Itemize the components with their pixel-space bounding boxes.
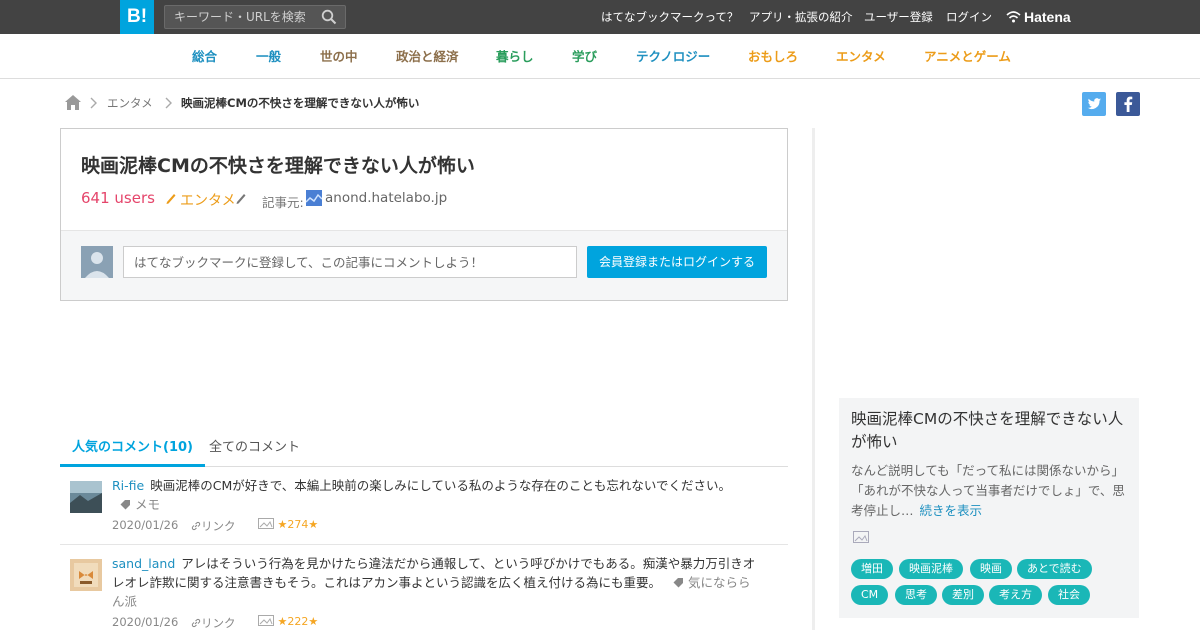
tag-chip[interactable]: あとで読む [1017,559,1092,579]
tab-popular-comments[interactable]: 人気のコメント(10) [60,428,205,467]
twitter-share-icon[interactable] [1082,92,1106,116]
chevron-right-icon [90,97,97,109]
category-knowledge[interactable]: 学び [572,34,597,79]
comment-item: Ri-fie 映画泥棒のCMが好きで、本編上映前の楽しみにしている私のような存在の… [60,476,788,544]
avatar[interactable] [70,559,102,591]
tag-chip[interactable]: 社会 [1048,585,1090,605]
breadcrumb-current: 映画泥棒CMの不快さを理解できない人が怖い [181,96,420,110]
category-anime-game[interactable]: アニメとゲーム [924,34,1011,79]
search-icon[interactable] [321,9,337,25]
tab-all-comments[interactable]: 全てのコメント [209,428,300,467]
category-politics[interactable]: 政治と経済 [396,34,459,79]
nav-about[interactable]: はてなブックマークって？ [601,0,738,34]
nav-login[interactable]: ログイン [946,0,992,34]
tag-chip[interactable]: 増田 [851,559,893,579]
comment-tag[interactable]: メモ [135,497,160,512]
image-icon [853,531,869,543]
nav-apps[interactable]: アプリ・拡張の紹介 [749,0,853,34]
tag-chip[interactable]: 映画泥棒 [899,559,963,579]
category-life[interactable]: 暮らし [496,34,534,79]
hatena-brand-text: Hatena [1024,9,1071,25]
comment-date[interactable]: 2020/01/26 [112,615,178,629]
tag-chip[interactable]: 考え方 [989,585,1042,605]
star-count[interactable]: ★274★ [258,518,318,531]
star-icon: ★ [277,518,288,531]
column-divider [812,128,815,630]
entry-summary-title[interactable]: 映画泥棒CMの不快さを理解できない人が怖い [851,408,1131,454]
add-star-icon[interactable]: ★ [308,518,318,531]
source-domain[interactable]: anond.hatelabo.jp [325,190,447,206]
comment-input[interactable] [123,246,577,278]
tag-icon [120,500,130,510]
comment-text: アレはそういう行為を見かけたら違法だから通報して、という呼びかけでもある。痴漢や… [112,556,756,590]
tag-chip[interactable]: 映画 [970,559,1012,579]
hatena-wifi-icon [1006,11,1021,23]
comment-text: 映画泥棒のCMが好きで、本編上映前の楽しみにしている私のような存在のことも忘れな… [150,478,731,493]
default-avatar [81,246,113,278]
category-nav: 総合 一般 世の中 政治と経済 暮らし 学び テクノロジー おもしろ エンタメ … [0,34,1200,79]
tag-chip[interactable]: 差別 [942,585,984,605]
bookmark-users-count[interactable]: 641 users [81,189,155,207]
register-login-button[interactable]: 会員登録またはログインする [587,246,767,278]
article-title[interactable]: 映画泥棒CMの不快さを理解できない人が怖い [81,151,475,178]
image-icon [258,518,274,529]
category-fun[interactable]: おもしろ [748,34,798,79]
link-icon [191,618,201,628]
avatar[interactable] [70,481,102,513]
comment-tabs: 人気のコメント(10) 全てのコメント [60,428,788,467]
category-general[interactable]: 一般 [256,34,281,79]
comment-divider [60,544,788,545]
comment-link[interactable]: リンク [191,615,236,630]
source-label: 記事元: [262,195,304,210]
user-silhouette-icon [85,252,109,278]
chevron-right-icon [165,97,172,109]
star-icon: ★ [277,615,288,628]
facebook-share-icon[interactable] [1116,92,1140,116]
comment-item: sand_land アレはそういう行為を見かけたら違法だから通報して、という呼びか… [60,554,788,630]
category-entertainment[interactable]: エンタメ [836,34,886,79]
edit-icon[interactable] [235,191,247,205]
tag-chip[interactable]: CM [851,585,889,605]
breadcrumb-category[interactable]: エンタメ [107,92,153,114]
entry-summary-card: 映画泥棒CMの不快さを理解できない人が怖い なんど説明しても「だって私には関係な… [839,398,1139,618]
article-card: 映画泥棒CMの不快さを理解できない人が怖い 641 users エンタメ 記事元… [60,128,788,301]
comment-link[interactable]: リンク [191,518,236,534]
nav-register[interactable]: ユーザー登録 [864,0,933,34]
category-general-top[interactable]: 総合 [192,34,217,79]
site-favicon-icon [306,190,322,206]
home-icon[interactable] [64,94,82,111]
comment-body: sand_land アレはそういう行為を見かけたら違法だから通報して、という呼びか… [112,554,762,611]
search-box[interactable] [164,5,346,29]
comment-username[interactable]: sand_land [112,556,175,571]
star-count[interactable]: ★222★ [258,615,318,628]
search-input[interactable] [165,6,315,28]
entry-summary-description: なんど説明しても「だって私には関係ないから」「あれが不快な人って当事者だけでしょ… [851,461,1133,521]
article-category[interactable]: エンタメ [180,190,236,210]
entry-summary-text: なんど説明しても「だって私には関係ないから」「あれが不快な人って当事者だけでしょ… [851,463,1125,518]
add-star-icon[interactable]: ★ [308,615,318,628]
tag-icon [673,578,683,588]
show-more-link[interactable]: 続きを表示 [920,503,983,518]
pencil-icon [166,194,176,204]
tag-chip[interactable]: 思考 [895,585,937,605]
comment-date[interactable]: 2020/01/26 [112,518,178,532]
category-technology[interactable]: テクノロジー [636,34,710,79]
hatena-bookmark-logo[interactable]: B! [120,0,154,34]
comment-body: Ri-fie 映画泥棒のCMが好きで、本編上映前の楽しみにしている私のような存在の… [112,476,752,514]
comment-username[interactable]: Ri-fie [112,478,144,493]
image-icon [258,615,274,626]
comment-form: 会員登録またはログインする [61,230,787,300]
top-bar: B! はてなブックマークって？ アプリ・拡張の紹介 ユーザー登録 ログイン Ha… [0,0,1200,34]
category-world[interactable]: 世の中 [320,34,358,79]
link-icon [191,521,201,531]
